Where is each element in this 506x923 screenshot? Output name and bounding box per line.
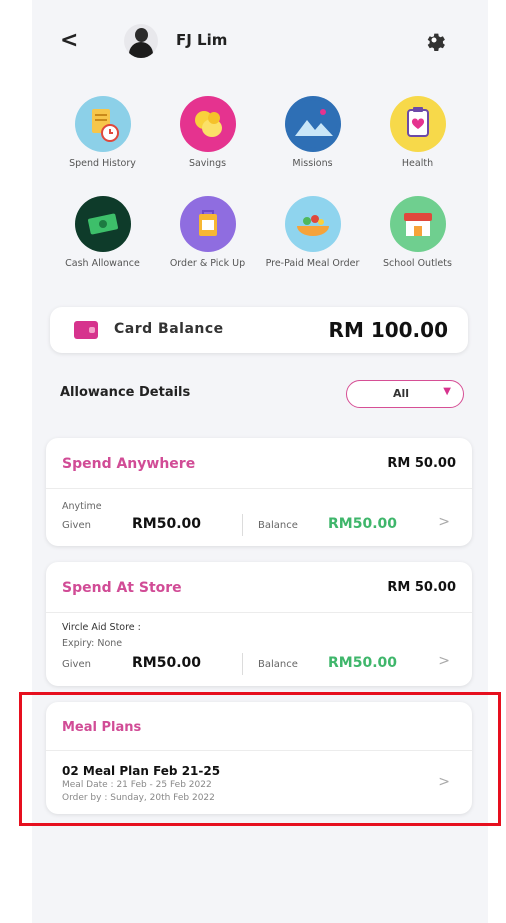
- balance-label: Card Balance: [114, 321, 224, 337]
- given-label: Given: [62, 659, 91, 670]
- menu-label: Missions: [292, 158, 333, 169]
- menu-prepaid-meal[interactable]: Pre-Paid Meal Order: [260, 196, 365, 270]
- user-name: FJ Lim: [176, 31, 228, 49]
- menu-label: Spend History: [69, 158, 136, 169]
- menu-label: Pre-Paid Meal Order: [265, 258, 360, 269]
- meal-bowl-icon: [284, 196, 341, 252]
- divider: [242, 514, 243, 536]
- menu-spend-history[interactable]: Spend History: [50, 96, 155, 170]
- menu-label: School Outlets: [383, 258, 452, 269]
- allowance-title: Spend Anywhere: [62, 456, 196, 472]
- menu-cash-allowance[interactable]: Cash Allowance: [50, 196, 155, 270]
- menu-label: Cash Allowance: [65, 258, 140, 269]
- allowance-store: Vircle Aid Store :: [62, 622, 141, 633]
- allowance-section-title: Allowance Details: [60, 385, 191, 400]
- allowance-card-spend-anywhere[interactable]: Spend Anywhere RM 50.00 Anytime Given RM…: [46, 438, 472, 546]
- menu-label: Savings: [188, 158, 227, 169]
- given-label: Given: [62, 520, 91, 531]
- balance-value: RM50.00: [328, 655, 397, 671]
- card-balance[interactable]: Card Balance RM 100.00: [50, 307, 468, 353]
- allowance-filter-select[interactable]: All ▼: [346, 380, 464, 408]
- filter-value: All: [393, 387, 410, 400]
- chevron-down-icon: ▼: [443, 386, 451, 397]
- given-value: RM50.00: [132, 655, 201, 671]
- divider: [46, 488, 472, 489]
- menu-missions[interactable]: Missions: [260, 96, 365, 170]
- allowance-amount: RM 50.00: [387, 456, 456, 471]
- store-icon: [389, 196, 446, 252]
- gear-icon[interactable]: [422, 28, 446, 52]
- balance-amount: RM 100.00: [328, 318, 448, 342]
- menu-school-outlets[interactable]: School Outlets: [365, 196, 470, 270]
- divider: [46, 612, 472, 613]
- allowance-amount: RM 50.00: [387, 580, 456, 595]
- allowance-validity: Anytime: [62, 501, 102, 512]
- balance-value: RM50.00: [328, 516, 397, 532]
- highlight-box: [19, 692, 501, 826]
- balance-label: Balance: [258, 520, 298, 531]
- chevron-right-icon[interactable]: >: [438, 653, 450, 669]
- divider: [242, 653, 243, 675]
- back-icon[interactable]: <: [60, 28, 78, 53]
- given-value: RM50.00: [132, 516, 201, 532]
- app-header: < FJ Lim: [32, 14, 488, 66]
- balance-label: Balance: [258, 659, 298, 670]
- menu-label: Order & Pick Up: [169, 258, 246, 269]
- menu-savings[interactable]: Savings: [155, 96, 260, 170]
- allowance-title: Spend At Store: [62, 580, 182, 596]
- chevron-right-icon[interactable]: >: [438, 514, 450, 530]
- menu-order-pickup[interactable]: Order & Pick Up: [155, 196, 260, 270]
- menu-health[interactable]: Health: [365, 96, 470, 170]
- avatar[interactable]: [124, 24, 158, 58]
- bag-icon: [179, 196, 236, 252]
- coins-icon: [179, 96, 236, 152]
- allowance-card-spend-at-store[interactable]: Spend At Store RM 50.00 Vircle Aid Store…: [46, 562, 472, 686]
- wallet-icon: [74, 321, 98, 339]
- menu-label: Health: [401, 158, 434, 169]
- mountain-icon: [284, 96, 341, 152]
- clipboard-heart-icon: [389, 96, 446, 152]
- receipt-clock-icon: [74, 96, 131, 152]
- allowance-expiry: Expiry: None: [62, 638, 123, 649]
- cash-icon: [74, 196, 131, 252]
